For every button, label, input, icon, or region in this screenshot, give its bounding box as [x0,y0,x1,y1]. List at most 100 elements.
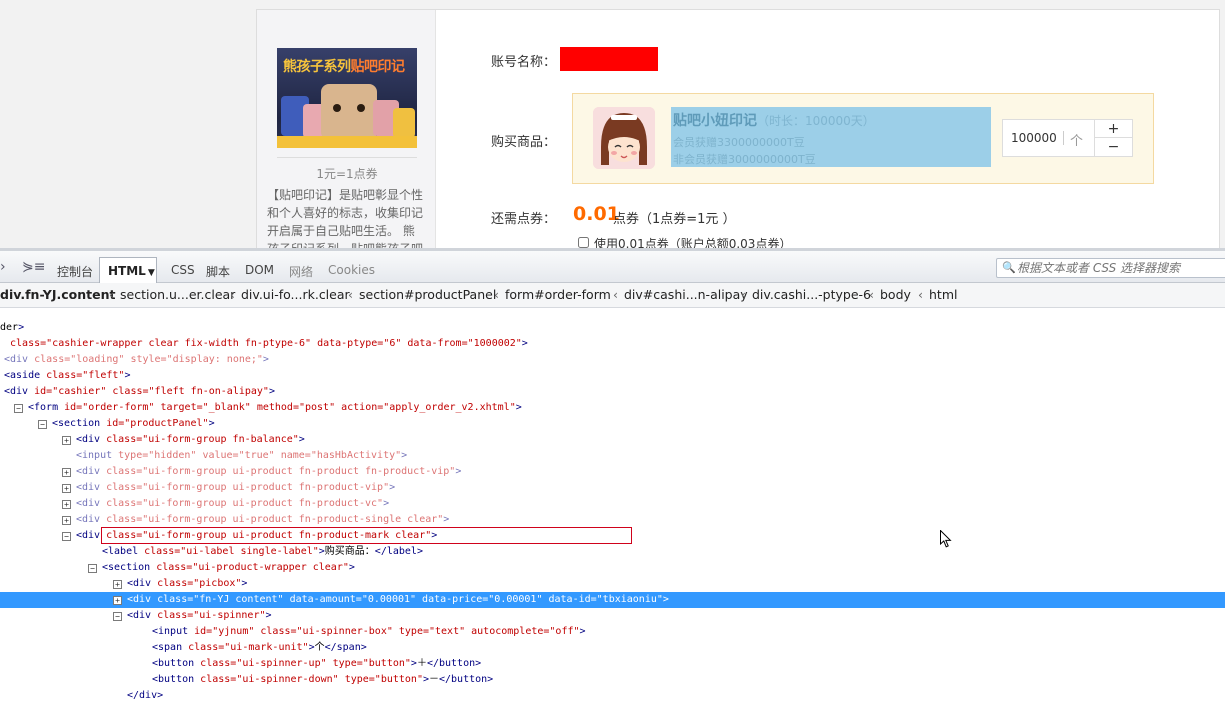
breadcrumb-item[interactable]: section#productPanel [359,287,496,302]
breadcrumb-item[interactable]: body [880,287,911,302]
tree-node-markup: <section class="ui-product-wrapper clear… [102,562,355,573]
chevron-right-icon[interactable]: › [0,259,6,275]
tree-node-markup: <div id="cashier" class="fleft fn-on-ali… [4,386,275,397]
tree-node[interactable]: + <div class="ui-form-group ui-product fn… [0,496,1225,512]
tree-node-markup: <div class="fn-YJ content" data-amount="… [127,594,669,605]
nonmember-bonus: 非会员获赠3000000000T豆 [673,153,816,166]
tree-node[interactable]: − <section id="productPanel"> [0,416,1225,432]
use-balance-checkbox[interactable] [578,237,589,248]
coins-icon [277,136,417,148]
tree-node[interactable]: <span class="ui-mark-unit">个</span> [0,640,1225,656]
bear-eye-icon [333,104,341,112]
quantity-increase-button[interactable]: + [1094,120,1132,138]
search-icon: 🔍 [1002,261,1016,274]
command-line-icon[interactable]: ⋟≡ [22,259,45,275]
tree-node[interactable]: + <div class="ui-form-group ui-product fn… [0,464,1225,480]
tree-node-markup: <div class="ui-form-group ui-product fn-… [76,498,390,509]
tree-node[interactable]: <button class="ui-spinner-down" type="bu… [0,672,1225,688]
tree-node[interactable]: <div class="loading" style="display: non… [0,352,1225,368]
tree-node[interactable]: <button class="ui-spinner-up" type="butt… [0,656,1225,672]
product-info-selected: 贴吧小妞印记（时长：100000天） 会员获赠3300000000T豆 非会员获… [671,107,991,167]
tree-node-markup: <div class="ui-spinner"> [127,610,272,621]
tree-node-markup: <div class="ui-form-group fn-balance"> [76,434,305,445]
account-label: 账号名称： [491,55,557,70]
collapse-node-icon[interactable]: − [113,612,122,621]
promo-exchange-rate: 1元=1点券 [277,157,417,182]
tab-cookies[interactable]: Cookies [328,263,375,277]
breadcrumb-item[interactable]: section.u...er.clear [120,287,235,302]
use-balance-label: 使用0.01点券（账户总额0.03点券） [594,237,792,248]
devtools-search: 🔍 [996,258,1225,278]
breadcrumb-item[interactable]: div.ui-fo...rk.clear [241,287,350,302]
tree-node-markup: <div class="ui-form-group ui-product fn-… [76,482,396,493]
tree-node-markup: <div class="loading" style="display: non… [4,354,269,365]
tree-node[interactable]: − <form id="order-form" target="_blank" m… [0,400,1225,416]
product-name: 贴吧小妞印记（时长：100000天） [673,113,875,129]
expand-node-icon[interactable]: + [113,580,122,589]
bear-eye-icon [357,104,365,112]
quantity-input[interactable] [1003,120,1071,156]
tree-node[interactable]: <label class="ui-label single-label">购买商… [0,544,1225,560]
collapse-node-icon[interactable]: − [38,420,47,429]
expand-node-icon[interactable]: + [62,468,71,477]
product-thumbnail [593,107,655,169]
tab-html[interactable]: HTML ▼ [99,257,157,283]
account-name-redacted [560,47,658,71]
member-bonus: 会员获赠3300000000T豆 [673,136,805,149]
breadcrumb-item[interactable]: form#order-form [505,287,611,302]
tree-node[interactable]: − <section class="ui-product-wrapper clea… [0,560,1225,576]
tree-node[interactable]: <aside class="fleft"> [0,368,1225,384]
tree-node[interactable]: + <div class="picbox"> [0,576,1225,592]
tree-node[interactable]: + <div class="ui-form-group ui-product fn… [0,480,1225,496]
tree-node[interactable]: − <div class="ui-spinner"> [0,608,1225,624]
devtools-search-input[interactable] [1017,260,1222,276]
tree-node-markup: der> [0,322,25,333]
breadcrumb-item[interactable]: div.fn-YJ.content [0,287,115,302]
breadcrumb-separator-icon: ‹ [918,287,923,302]
tab-dom[interactable]: DOM [245,263,274,277]
tab-console[interactable]: 控制台 [57,263,93,280]
tree-node-selected[interactable]: + <div class="fn-YJ content" data-amount=… [0,592,1225,608]
breadcrumb-separator-icon: ‹ [613,287,618,302]
pay-label: 还需点券： [491,212,557,227]
expand-node-icon[interactable]: + [62,484,71,493]
tab-script[interactable]: 脚本 [206,263,230,280]
tab-net[interactable]: 网络 [289,263,313,280]
breadcrumb-separator-icon: ‹ [494,287,499,302]
tree-node-markup: <div class="picbox"> [127,578,248,589]
tree-node[interactable]: <div id="cashier" class="fleft fn-on-ali… [0,384,1225,400]
tree-node[interactable]: </div> [0,688,1225,704]
breadcrumb-item[interactable]: html [929,287,957,302]
tree-node-markup: class="cashier-wrapper clear fix-width f… [4,338,528,349]
expand-node-icon[interactable]: + [113,596,122,605]
collapse-node-icon[interactable]: − [88,564,97,573]
tree-node-markup: <button class="ui-spinner-down" type="bu… [152,674,494,685]
expand-node-icon[interactable]: + [62,436,71,445]
tree-node[interactable]: − <div class="ui-form-group ui-product fn… [0,528,1225,544]
tab-css[interactable]: CSS [171,263,195,277]
tree-node[interactable]: + <div class="ui-form-group fn-balance"> [0,432,1225,448]
quantity-decrease-button[interactable]: − [1094,138,1132,156]
expand-node-icon[interactable]: + [62,500,71,509]
breadcrumb-separator-icon: ‹ [741,287,746,302]
tree-node[interactable]: <input type="hidden" value="true" name="… [0,448,1225,464]
tree-node[interactable]: <input id="yjnum" class="ui-spinner-box"… [0,624,1225,640]
promo-banner-image: 熊孩子系列贴吧印记 [277,48,417,148]
collapse-node-icon[interactable]: − [62,532,71,541]
tree-node-markup: <span class="ui-mark-unit">个</span> [152,642,367,653]
breadcrumb-separator-icon: ‹ [869,287,874,302]
tree-node-markup: <input type="hidden" value="true" name="… [76,450,408,461]
tree-node[interactable]: + <div class="ui-form-group ui-product fn… [0,512,1225,528]
quantity-stepper: 个 + − [1002,119,1133,157]
breadcrumb-separator-icon: ‹ [109,287,114,302]
breadcrumb-item[interactable]: div#cashi...n-alipay [624,287,748,302]
pay-unit: 点券（1点券=1元 ） [613,212,736,227]
collapse-node-icon[interactable]: − [14,404,23,413]
tree-node-markup: <div class="ui-form-group ui-product fn-… [76,514,450,525]
breadcrumb-item[interactable]: div.cashi...-ptype-6 [752,287,871,302]
tree-node[interactable]: der> [0,320,1225,336]
expand-node-icon[interactable]: + [62,516,71,525]
product-duration: （时长：100000天） [757,114,875,128]
tree-node[interactable]: class="cashier-wrapper clear fix-width f… [0,336,1225,352]
promo-sidebar: 熊孩子系列贴吧印记 1元=1点券 【贴吧印记】是贴吧彰显个性和个人喜好的标志，收… [257,10,436,248]
